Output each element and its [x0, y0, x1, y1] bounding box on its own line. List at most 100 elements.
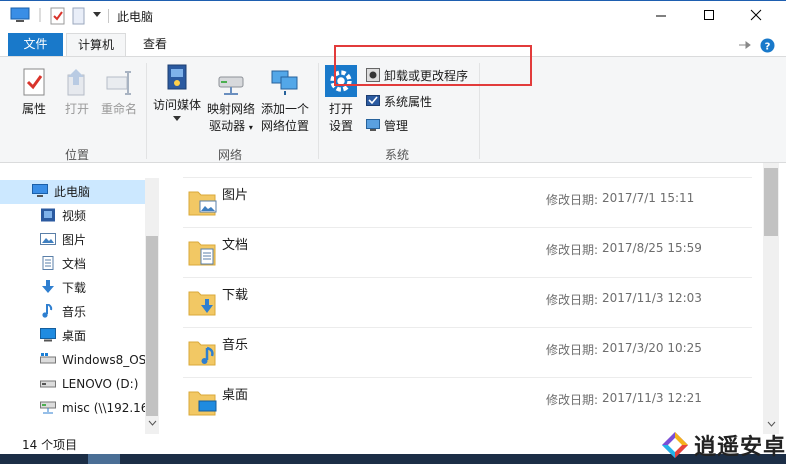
- nav-item-misc-network-drive[interactable]: misc (\\192.16: [0, 396, 145, 420]
- map-drive-label-line2: 驱动器: [209, 119, 246, 133]
- nav-item-label: 桌面: [62, 329, 87, 343]
- open-icon: [67, 69, 85, 96]
- tab-file[interactable]: 文件: [8, 33, 63, 56]
- add-location-label-line1: 添加一个: [260, 102, 309, 116]
- pin-ribbon-icon[interactable]: [738, 40, 752, 50]
- folder-name: 图片: [222, 188, 249, 203]
- documents-icon: [42, 256, 54, 270]
- music-icon: [42, 304, 53, 318]
- video-icon: [41, 208, 55, 222]
- nav-item-music[interactable]: 音乐: [0, 300, 145, 324]
- title-separator: [108, 9, 109, 23]
- nav-item-label: 此电脑: [54, 185, 91, 199]
- properties-quick-icon[interactable]: [50, 7, 66, 25]
- nav-item-label: 音乐: [62, 305, 87, 319]
- nav-item-videos[interactable]: 视频: [0, 204, 145, 228]
- network-location-icon: [271, 70, 298, 95]
- nav-item-label: 下载: [62, 281, 87, 295]
- close-button[interactable]: [746, 7, 766, 25]
- nav-item-pictures[interactable]: 图片: [0, 228, 145, 252]
- navigation-pane: 此电脑 视频 图片 文档 下载 音乐 桌面 Windows8_OS LENOVO…: [0, 178, 159, 434]
- properties-label: 属性: [21, 102, 46, 116]
- content-scrollbar-thumb[interactable]: [764, 168, 778, 236]
- svg-text:?: ?: [765, 42, 771, 53]
- desktop-icon: [40, 328, 56, 342]
- computer-icon[interactable]: [10, 7, 30, 24]
- nav-item-downloads[interactable]: 下载: [0, 276, 145, 300]
- folder-row[interactable]: 图片 修改日期: 2017/7/1 15:11: [183, 177, 752, 227]
- modified-label: 修改日期:: [546, 243, 599, 257]
- nav-item-desktop[interactable]: 桌面: [0, 324, 145, 348]
- system-properties-button[interactable]: 系统属性: [366, 92, 432, 112]
- tab-view[interactable]: 查看: [134, 33, 176, 56]
- nav-scrollbar-thumb[interactable]: [146, 236, 158, 416]
- location-group-label: 位置: [65, 148, 90, 162]
- folder-name: 音乐: [222, 338, 249, 353]
- nav-item-label: 图片: [62, 233, 87, 247]
- open-settings-label-line2: 设置: [328, 119, 353, 133]
- group-divider: [318, 63, 319, 159]
- modified-date: 2017/7/1 15:11: [602, 191, 695, 205]
- nav-item-label: LENOVO (D:): [62, 377, 139, 391]
- item-count: 14 个项目: [22, 438, 78, 452]
- documents-folder-icon: [188, 241, 216, 266]
- manage-button[interactable]: 管理: [366, 116, 408, 136]
- taskbar-explorer-button[interactable]: [88, 454, 120, 464]
- computer-icon: [32, 184, 48, 197]
- close-icon: [750, 9, 762, 21]
- folder-name: 文档: [222, 238, 249, 253]
- modified-label: 修改日期:: [546, 393, 599, 407]
- network-group-label: 网络: [218, 148, 243, 162]
- customize-toolbar-chevron-icon[interactable]: [92, 11, 102, 19]
- system-properties-icon: [366, 95, 380, 106]
- new-folder-quick-icon[interactable]: [72, 7, 86, 25]
- add-location-label-line2: 网络位置: [260, 119, 309, 133]
- nav-item-label: misc (\\192.16: [62, 401, 145, 415]
- folder-row[interactable]: 桌面 修改日期: 2017/11/3 12:21: [183, 377, 752, 427]
- maximize-button[interactable]: [699, 7, 719, 25]
- map-drive-label-line1: 映射网络: [206, 102, 255, 116]
- rename-label: 重命名: [100, 102, 137, 116]
- manage-label: 管理: [384, 119, 409, 133]
- minimize-button[interactable]: [651, 7, 671, 25]
- nav-item-lenovo-drive[interactable]: LENOVO (D:): [0, 372, 145, 396]
- highlight-box: [334, 45, 532, 86]
- drive-icon: [40, 353, 56, 364]
- folder-row[interactable]: 文档 修改日期: 2017/8/25 15:59: [183, 227, 752, 277]
- tab-computer[interactable]: 计算机: [66, 33, 126, 57]
- folder-row[interactable]: 音乐 修改日期: 2017/3/20 10:25: [183, 327, 752, 377]
- nav-item-this-pc[interactable]: 此电脑: [0, 180, 145, 204]
- desktop-folder-icon: [188, 391, 217, 416]
- download-icon: [42, 280, 54, 293]
- folder-row[interactable]: 下载 修改日期: 2017/11/3 12:03: [183, 277, 752, 327]
- content-pane: 图片 修改日期: 2017/7/1 15:11 文档 修改日期: 2017/8/…: [162, 163, 786, 434]
- properties-button[interactable]: 属性: [18, 67, 50, 118]
- watermark-logo-icon: [662, 432, 688, 458]
- media-icon: [167, 64, 187, 90]
- nav-item-label: 文档: [62, 257, 87, 271]
- minimize-icon: [656, 15, 666, 17]
- access-media-dropdown-icon: [173, 116, 181, 121]
- properties-icon: [23, 68, 45, 96]
- nav-scroll-down-icon[interactable]: [148, 419, 157, 427]
- access-media-button[interactable]: 访问媒体: [150, 63, 204, 122]
- help-icon[interactable]: ?: [760, 38, 775, 53]
- content-scroll-down-icon[interactable]: [767, 420, 776, 428]
- add-network-location-button[interactable]: 添加一个 网络位置: [258, 67, 312, 135]
- map-network-drive-button[interactable]: 映射网络 驱动器 ▾: [204, 67, 258, 136]
- modified-date: 2017/11/3 12:03: [602, 291, 702, 305]
- maximize-icon: [704, 10, 714, 20]
- drive-icon: [40, 380, 56, 388]
- pictures-folder-icon: [188, 191, 217, 216]
- rename-button[interactable]: 重命名: [98, 67, 140, 118]
- nav-item-label: Windows8_OS: [62, 353, 145, 367]
- watermark-text: 逍遥安卓: [694, 435, 786, 460]
- open-button[interactable]: 打开: [61, 67, 93, 118]
- watermark: 逍遥安卓: [660, 428, 786, 462]
- access-media-label: 访问媒体: [152, 98, 201, 112]
- nav-item-windows8-os-drive[interactable]: Windows8_OS: [0, 348, 145, 372]
- title-bar: 此电脑: [0, 0, 786, 30]
- system-properties-label: 系统属性: [384, 95, 433, 109]
- nav-item-documents[interactable]: 文档: [0, 252, 145, 276]
- open-label: 打开: [64, 102, 89, 116]
